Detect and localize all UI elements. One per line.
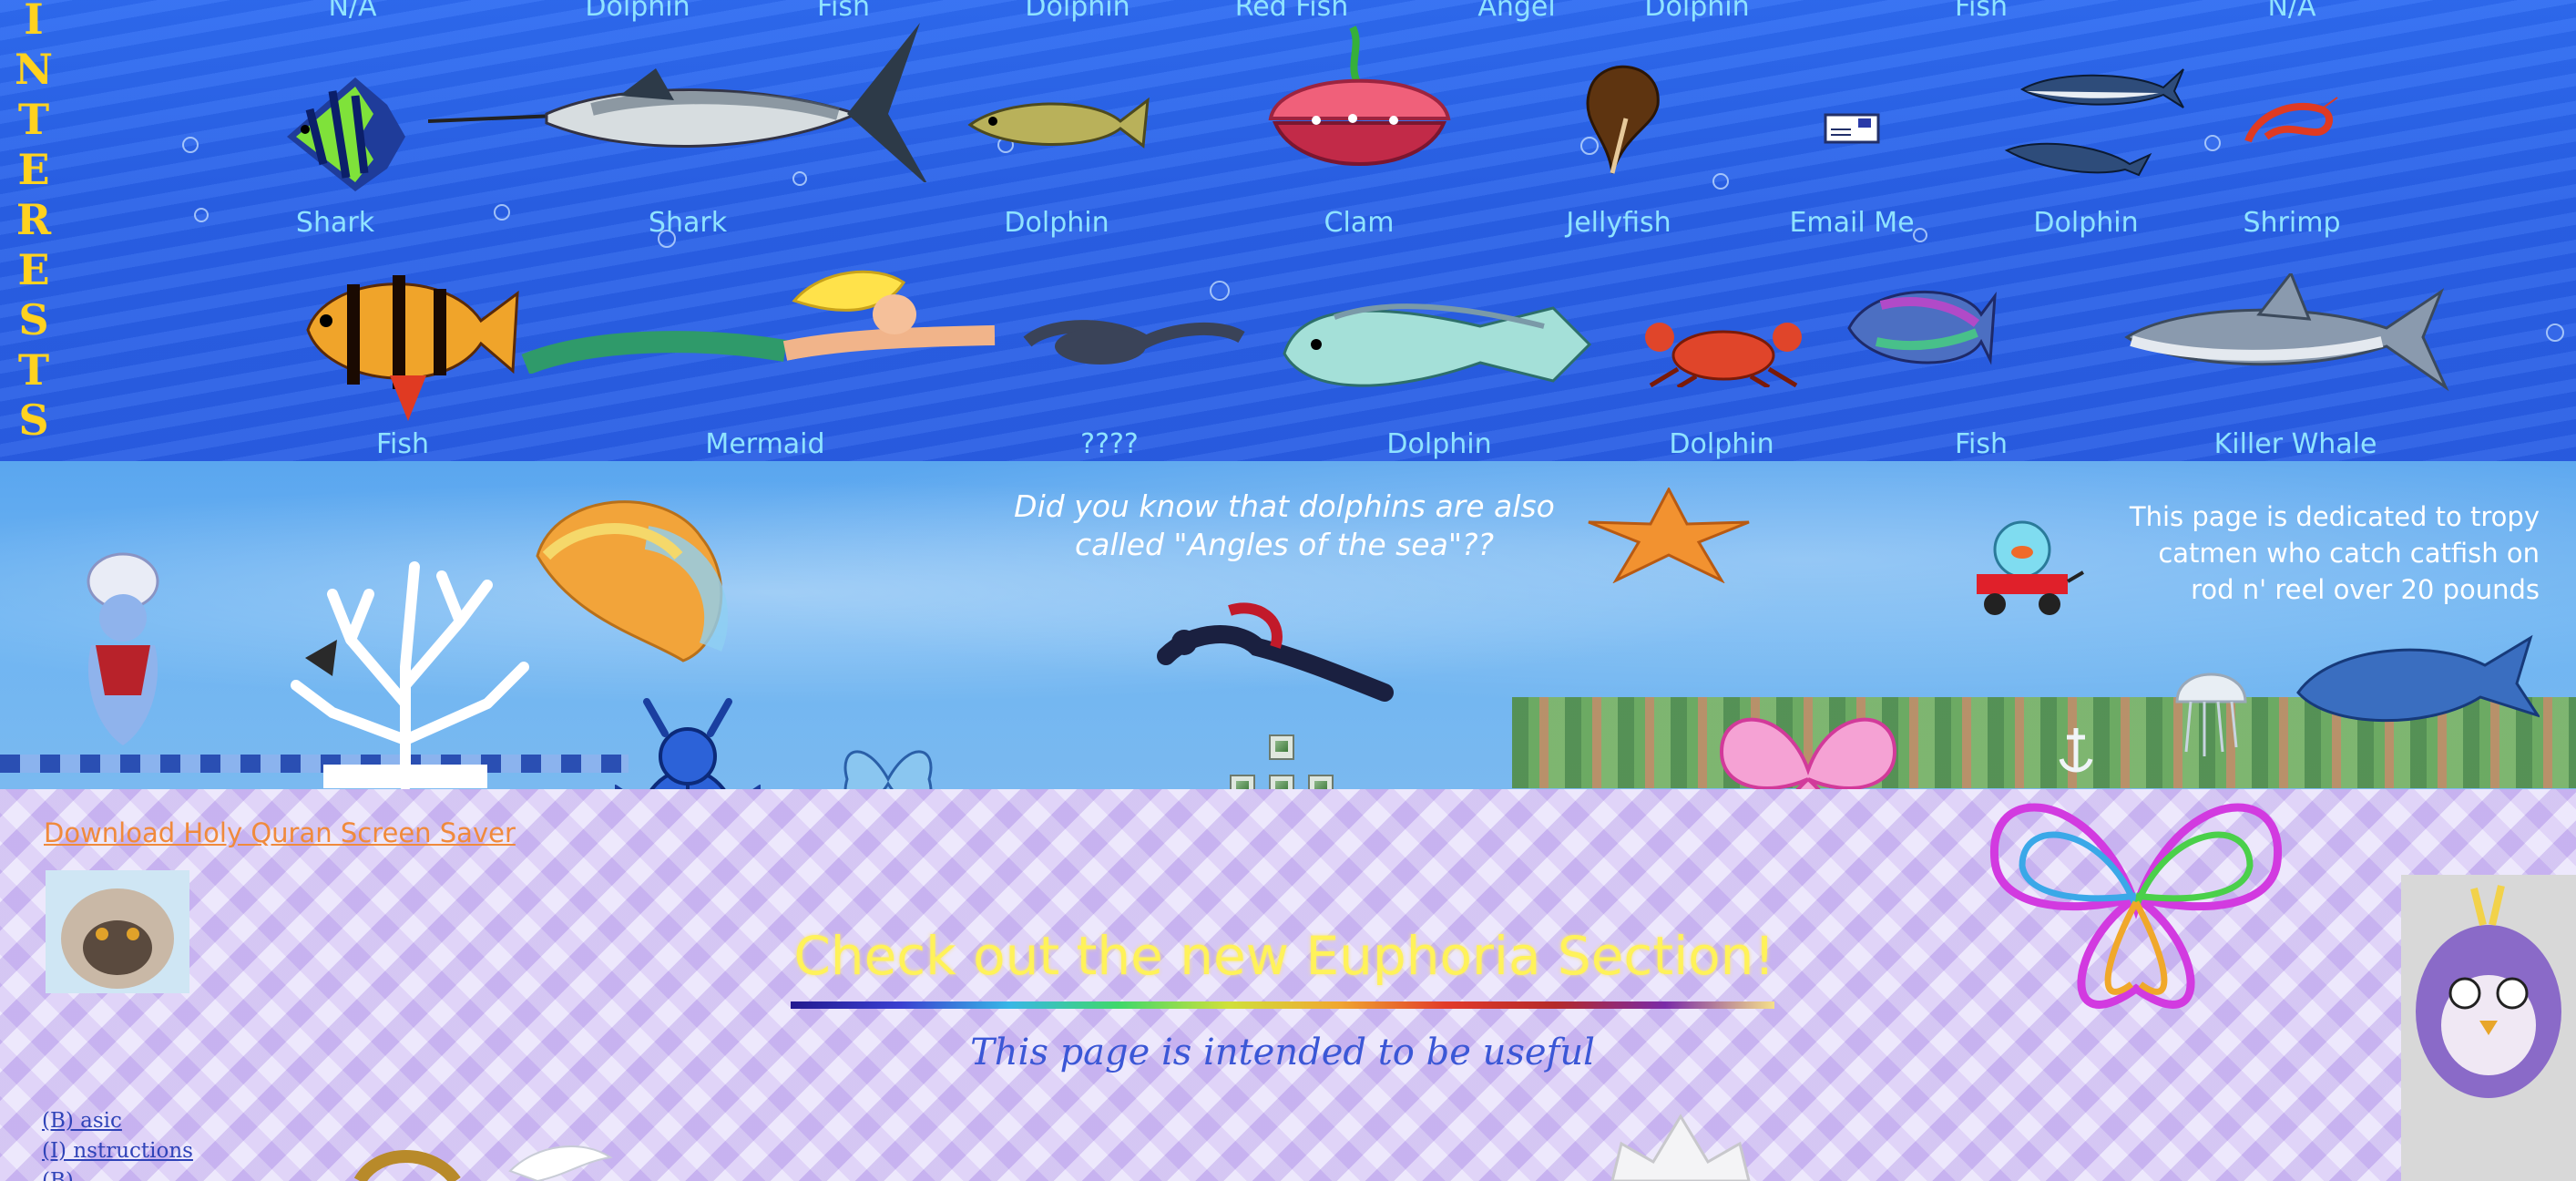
bubble (1913, 228, 1927, 242)
fish-label: Jellyfish (1566, 207, 1671, 239)
fish-label: Killer Whale (2213, 428, 2377, 460)
shark-icon[interactable] (2018, 62, 2186, 113)
tiger-barb-icon[interactable] (290, 248, 522, 421)
rainbow-divider (791, 1001, 1774, 1009)
plesiosaur-icon[interactable] (1018, 305, 1246, 378)
swordfish-icon[interactable] (428, 14, 934, 182)
butterfly-icon (1989, 803, 2283, 1009)
envelope-icon[interactable] (1824, 113, 1880, 144)
interests-letter: R (15, 195, 52, 244)
conch-icon[interactable] (1571, 55, 1662, 178)
fish-label: Fish (375, 428, 430, 460)
fishbowl-wagon-icon (1977, 520, 2085, 615)
fish-label: Shark (295, 207, 375, 239)
nav-link-more[interactable]: (B) ... (42, 1169, 100, 1181)
fish-label: Dolphin (1004, 207, 1109, 239)
shrimp-icon[interactable] (2239, 96, 2339, 150)
shell-icon (536, 500, 729, 662)
euphoria-section-link[interactable]: Check out the new Euphoria Section! (792, 925, 1776, 987)
fish-label: Dolphin (1386, 428, 1492, 460)
shark-icon[interactable] (2002, 128, 2152, 182)
fish-label: Dolphin (1669, 428, 1774, 460)
interests-vertical-title: I N T E R E S T S (13, 0, 55, 446)
angelfish-icon[interactable] (269, 73, 410, 196)
fish-label: Clam (1324, 207, 1395, 239)
interests-letter: S (18, 295, 49, 344)
interests-letter: T (17, 95, 50, 144)
bubble (2546, 323, 2564, 342)
interests-letter: I (24, 0, 44, 44)
scuba-diver-icon (1157, 602, 1394, 702)
fish-label: Dolphin (2033, 207, 2139, 239)
crown-icon (1610, 1114, 1751, 1181)
nav-link-instructions[interactable]: (I) nstructions (42, 1139, 193, 1163)
great-white-shark-icon[interactable] (2122, 273, 2450, 392)
interests-letter: S (18, 395, 49, 445)
nav-link-basic[interactable]: (B) asic (42, 1109, 122, 1133)
fish-label: Shark (648, 207, 728, 239)
fish-label: Dolphin (1025, 0, 1130, 23)
interests-letter: N (14, 45, 54, 94)
dedication-text: This page is dedicated to tropy catmen w… (2129, 501, 2540, 605)
fish-label: Dolphin (1644, 0, 1750, 23)
tagline-text: This page is intended to be useful (970, 1032, 1595, 1073)
interests-letter: E (17, 245, 50, 294)
fish-label: N/A (328, 0, 377, 23)
gold-ring-icon (353, 1150, 461, 1181)
broken-image-icon (1269, 734, 1294, 760)
quran-screensaver-link[interactable]: Download Holy Quran Screen Saver (44, 817, 516, 848)
bubble (1712, 173, 1729, 190)
anchor-icon (2059, 728, 2093, 773)
bubble (1210, 281, 1230, 301)
fish-label: Shrimp (2243, 207, 2341, 239)
bubble (494, 204, 510, 221)
parrotfish-icon[interactable] (1845, 278, 1999, 374)
clam-icon[interactable] (1262, 18, 1457, 182)
starfish-icon (1588, 488, 1750, 583)
crab-icon[interactable] (1632, 314, 1814, 387)
coral-icon (291, 561, 529, 791)
fish-label: N/A (2267, 0, 2316, 23)
fish-label: Angel (1477, 0, 1556, 23)
bubble (194, 208, 209, 222)
dolphin-fact-text: Did you know that dolphins are also call… (1014, 488, 1555, 562)
fish-label: ???? (1080, 428, 1139, 460)
cat-icon (46, 870, 189, 993)
mermaid-icon[interactable] (521, 264, 1008, 374)
genie-icon (87, 552, 159, 745)
furby-icon (2401, 875, 2576, 1181)
fish-label: Mermaid (705, 428, 825, 460)
email-me-link[interactable]: Email Me (1789, 207, 1914, 239)
dove-icon (508, 1145, 613, 1181)
interests-letter: T (17, 345, 50, 395)
blue-whale-icon (2296, 634, 2540, 723)
fish-label: Fish (1954, 428, 2009, 460)
fish-label: Fish (1954, 0, 2009, 23)
ocean-banner: I N T E R E S T S N/A Dolphin Fish Dolph… (0, 0, 2576, 461)
jellyfish-icon (2175, 673, 2247, 756)
interests-letter: E (17, 145, 50, 194)
bubble (182, 137, 199, 153)
bubble (2204, 135, 2221, 151)
walleye-icon[interactable] (966, 87, 1152, 159)
mahi-mahi-icon[interactable] (1280, 290, 1594, 404)
